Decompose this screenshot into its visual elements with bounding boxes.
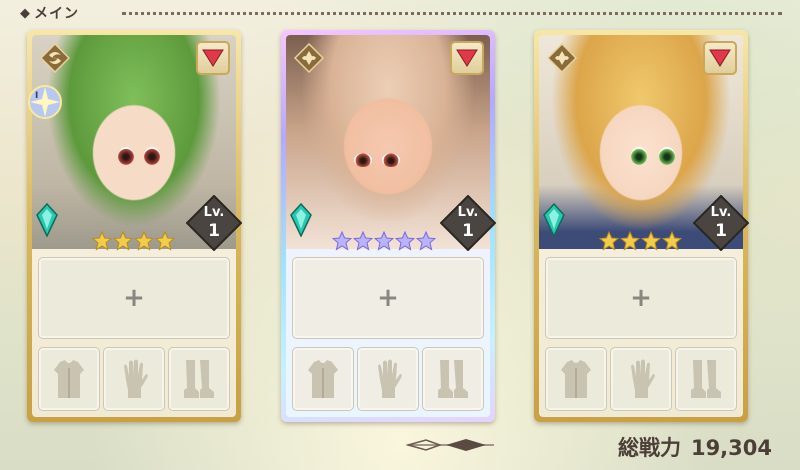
star-icon [134,231,154,251]
star-rating [599,231,683,251]
armor-slot[interactable] [38,347,100,411]
star-icon [416,231,436,251]
boots-icon [691,360,721,398]
star-rating [332,231,437,251]
add-icon: + [377,283,399,313]
boots-slot[interactable] [168,347,230,411]
rank-badge-icon: I [28,85,62,119]
star-icon [332,231,352,251]
total-power: 総戦力 19,304 [618,432,772,462]
star-icon [662,231,682,251]
character-card-2[interactable]: Lv. 1 + [281,30,496,422]
glove-icon [631,359,655,398]
crest-emblem-icon [547,43,577,73]
add-icon: + [630,283,652,313]
armor-slot[interactable] [292,347,354,411]
svg-text:I: I [35,91,38,101]
glove-slot[interactable] [103,347,165,411]
level-value: 1 [208,221,220,241]
armor-icon [561,360,591,398]
level-label: Lv. [457,205,479,220]
favorite-button[interactable] [703,41,737,75]
star-icon [92,231,112,251]
star-rating [92,231,176,251]
armor-icon [54,360,84,398]
level-badge: Lv. 1 [440,195,496,251]
boots-slot[interactable] [675,347,737,411]
level-value: 1 [715,221,727,241]
dotted-divider [122,12,782,15]
support-slot[interactable]: + [292,257,484,339]
star-icon [374,231,394,251]
glove-icon [124,359,148,398]
star-icon [641,231,661,251]
eye-left [118,147,134,165]
add-icon: + [123,283,145,313]
star-icon [599,231,619,251]
level-label: Lv. [203,205,225,220]
ornament-icon [406,439,494,451]
boots-slot[interactable] [422,347,484,411]
equipment-slots [545,347,737,413]
card-inner: I Lv. 1 + [28,35,242,417]
eye-right [144,147,160,165]
glove-slot[interactable] [610,347,672,411]
star-icon [113,231,133,251]
armor-slot[interactable] [545,347,607,411]
header-divider [0,2,800,24]
card-inner: Lv. 1 + [539,35,749,417]
favorite-button[interactable] [196,41,230,75]
down-arrow-icon [456,49,478,67]
glove-icon [378,359,402,398]
crystal-icon [290,203,312,237]
level-value: 1 [462,221,474,241]
total-power-value: 19,304 [690,436,772,460]
eye-right [382,153,400,167]
level-label: Lv. [710,205,732,220]
glove-slot[interactable] [357,347,419,411]
support-slot[interactable]: + [545,257,737,339]
total-power-label: 総戦力 [617,436,681,460]
eye-left [631,147,647,165]
down-arrow-icon [709,49,731,67]
star-icon [620,231,640,251]
star-icon [155,231,175,251]
character-card-1[interactable]: I Lv. 1 + [27,30,242,422]
favorite-button[interactable] [450,41,484,75]
boots-icon [438,360,468,398]
swirl-emblem-icon [40,43,70,73]
support-slot[interactable]: + [38,257,230,339]
crystal-icon [543,203,565,237]
star-icon [353,231,373,251]
character-card-3[interactable]: Lv. 1 + [534,30,749,422]
eye-left [354,153,372,167]
equipment-slots [292,347,484,413]
down-arrow-icon [202,49,224,67]
boots-icon [184,360,214,398]
eye-right [659,147,675,165]
equipment-slots [38,347,230,413]
level-badge: Lv. 1 [693,195,749,251]
crystal-icon [36,203,58,237]
star-icon [395,231,415,251]
crest-emblem-icon [294,43,324,73]
level-badge: Lv. 1 [186,195,242,251]
card-inner: Lv. 1 + [286,35,496,417]
armor-icon [308,360,338,398]
